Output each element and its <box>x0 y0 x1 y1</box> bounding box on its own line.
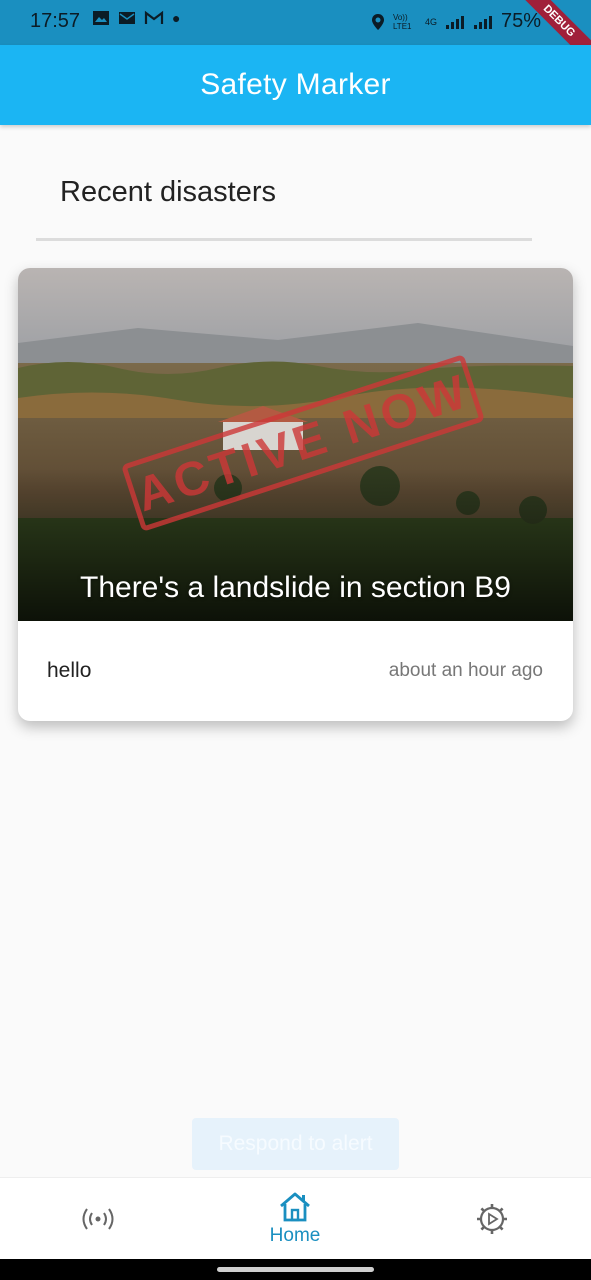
app-title: Safety Marker <box>200 68 391 101</box>
home-gesture-pill[interactable] <box>217 1267 374 1272</box>
carrier-label: Vo)) LTE1 <box>392 12 412 31</box>
disaster-description: hello <box>47 659 92 682</box>
status-time: 17:57 <box>30 10 81 32</box>
network-label: 4G <box>424 16 437 27</box>
nav-label-home: Home <box>269 1225 321 1246</box>
disaster-time: about an hour ago <box>388 660 543 681</box>
bottom-navigation: Home <box>0 1177 591 1259</box>
status-bar: 17:57 ● Vo)) LTE1 4G 75% DEBUG <box>0 0 591 70</box>
dot-icon: ● <box>172 10 181 26</box>
disaster-headline: There's a landslide in section B9 <box>80 571 511 604</box>
home-icon <box>280 1192 310 1222</box>
app-bar: Safety Marker <box>0 45 591 125</box>
card-footer: hello about an hour ago <box>18 621 573 721</box>
image-icon <box>93 11 109 25</box>
gmail-icon <box>144 10 164 24</box>
mail-icon <box>119 12 135 24</box>
settings-icon <box>477 1204 507 1234</box>
nav-item-settings[interactable] <box>452 1178 532 1260</box>
system-navigation-bar <box>0 1259 591 1280</box>
respond-to-alert-button[interactable]: Respond to alert <box>192 1118 399 1170</box>
divider <box>36 238 532 241</box>
disaster-photo: ACTIVE NOW There's a landslide in sectio… <box>18 268 573 621</box>
nav-item-broadcast[interactable] <box>58 1178 138 1260</box>
location-icon <box>371 13 384 30</box>
notification-icons: ● <box>92 10 180 26</box>
broadcast-icon <box>82 1208 114 1230</box>
disaster-card[interactable]: ACTIVE NOW There's a landslide in sectio… <box>18 268 573 721</box>
nav-item-home[interactable]: Home <box>245 1178 345 1260</box>
battery-level: 75% <box>500 10 541 32</box>
section-title: Recent disasters <box>60 176 276 208</box>
status-right: Vo)) LTE1 4G 75% <box>371 10 541 33</box>
signal-icon <box>445 15 464 29</box>
signal-icon-2 <box>473 15 492 29</box>
